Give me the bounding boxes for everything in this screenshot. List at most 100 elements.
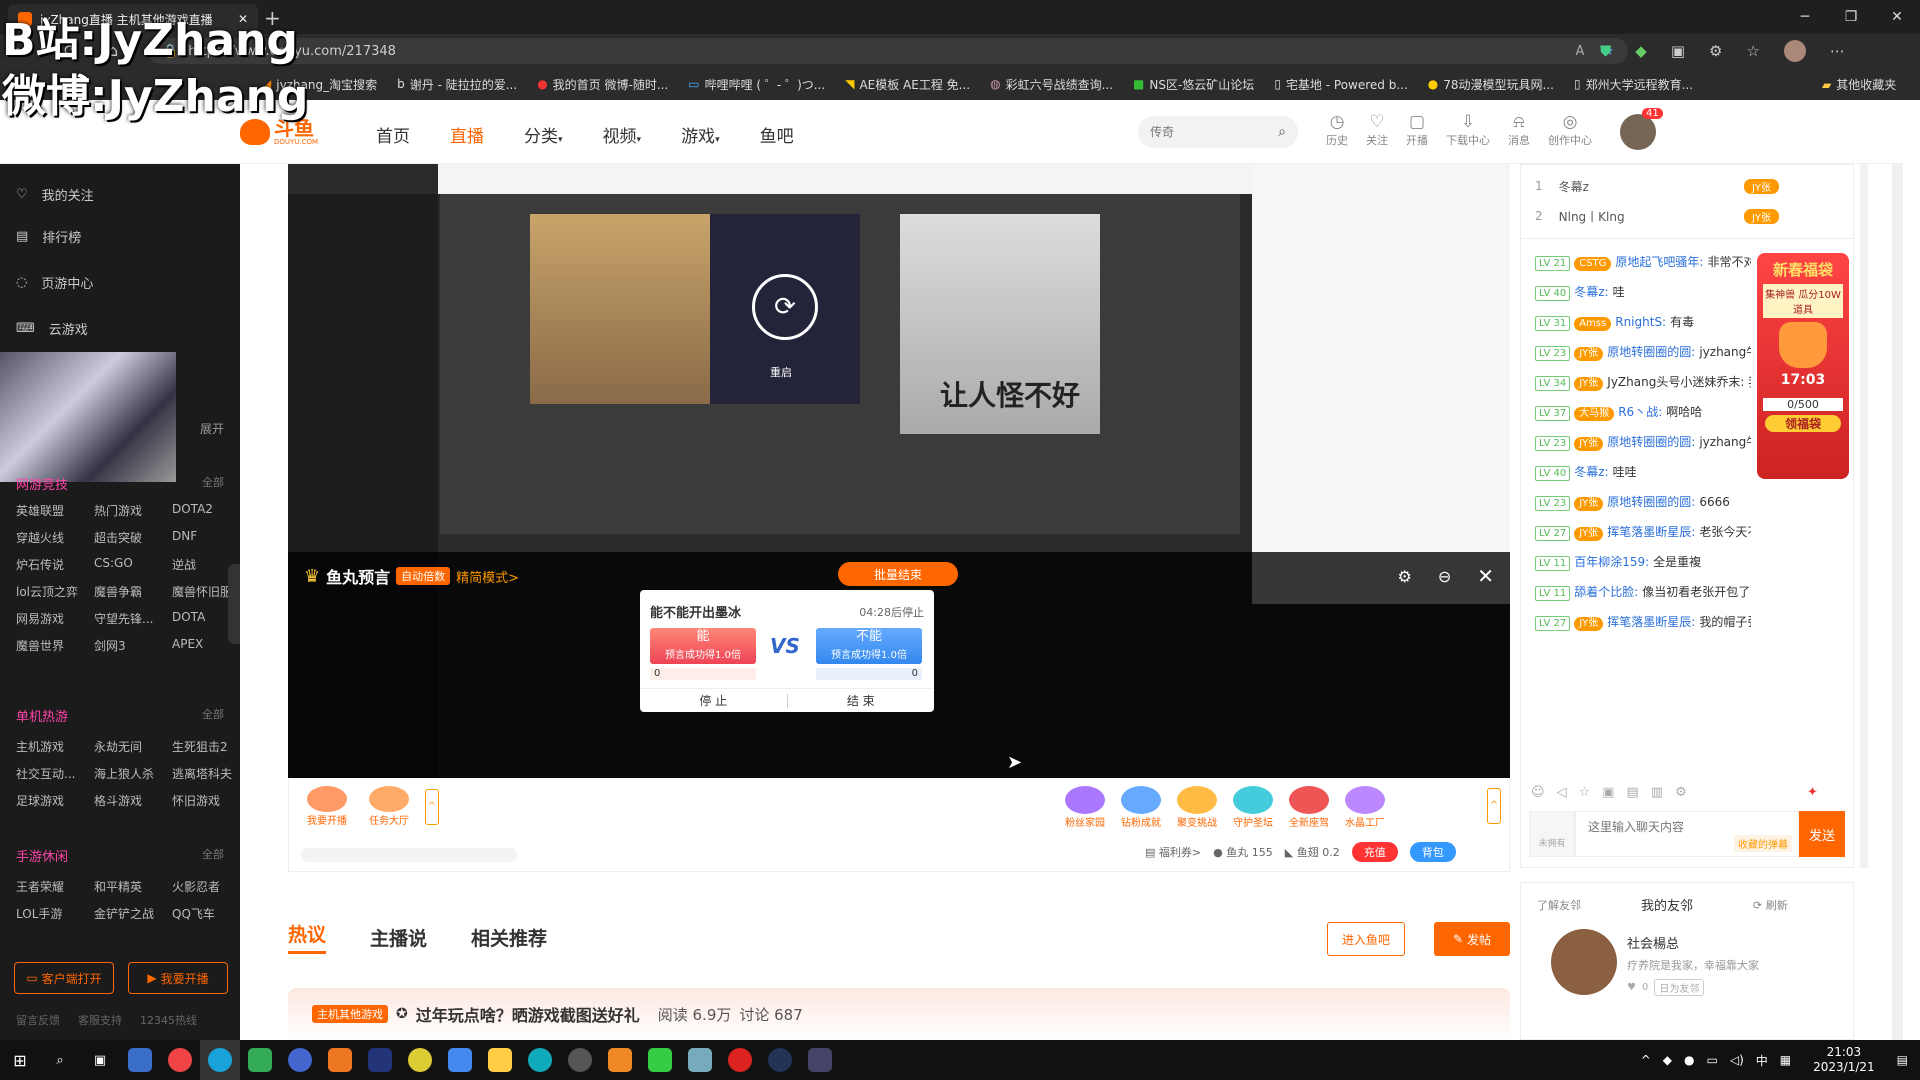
recharge-button[interactable]: 充值	[1351, 842, 1398, 862]
stop-button[interactable]: 停 止	[640, 692, 787, 709]
creator-center-button[interactable]: ◎ 创作中心	[1548, 112, 1592, 148]
url-field[interactable]: 🔒 https://www.douyu.com/217348 A ★	[148, 38, 1628, 64]
tab-related[interactable]: 相关推荐	[471, 924, 547, 951]
task-view[interactable]: ▣	[80, 1040, 120, 1080]
like-icon[interactable]: ♥	[1627, 982, 1636, 993]
rank-row[interactable]: 1 冬幕z JY张	[1521, 171, 1853, 201]
game-category-link[interactable]: 网易游戏	[16, 610, 94, 627]
bookmark-item[interactable]: ▯ 宅基地 - Powered b...	[1274, 76, 1407, 93]
game-category-link[interactable]: CS:GO	[94, 556, 172, 573]
taskbar-app[interactable]	[160, 1040, 200, 1080]
gift-feature-button[interactable]: 钻粉成就	[1117, 786, 1165, 829]
predict-no-button[interactable]: 不能 预言成功得1.0倍	[816, 628, 922, 664]
gear-icon[interactable]: ⚙	[1675, 785, 1687, 800]
gift-feature-button[interactable]: 水晶工厂	[1341, 786, 1389, 829]
close-overlay-icon[interactable]: ✕	[1477, 564, 1494, 588]
chat-input-box[interactable]: 收藏的弹幕	[1575, 811, 1799, 857]
game-category-link[interactable]: 火影忍者	[172, 878, 248, 895]
game-category-link[interactable]: 生死狙击2	[172, 738, 248, 755]
game-category-link[interactable]: 金铲铲之战	[94, 905, 172, 922]
predict-yes-button[interactable]: 能 预言成功得1.0倍	[650, 628, 756, 664]
search-icon[interactable]: ⌕	[1278, 124, 1286, 140]
extensions-icon[interactable]: ⚙	[1709, 42, 1722, 60]
fans-icon[interactable]: ☆	[1579, 785, 1591, 800]
enter-yuba-button[interactable]: 进入鱼吧	[1327, 922, 1405, 956]
game-category-link[interactable]: 海上狼人杀	[94, 765, 172, 782]
clock[interactable]: 21:03 2023/1/21	[1813, 1045, 1875, 1075]
game-category-link[interactable]: lol云顶之弈	[16, 583, 94, 600]
end-button[interactable]: 结 束	[788, 692, 935, 709]
hotline-link[interactable]: 12345热线	[140, 1012, 197, 1028]
batch-end-button[interactable]: 批量结束	[838, 562, 958, 586]
sidebar-item-ranking[interactable]: ▤ 排行榜	[0, 210, 240, 256]
tab-streamer-says[interactable]: 主播说	[370, 924, 427, 951]
go-live-button[interactable]: ▶ 我要开播	[128, 962, 228, 994]
read-aloud-icon[interactable]: A	[1575, 44, 1584, 59]
chat-input[interactable]	[1588, 820, 1778, 834]
chat-username[interactable]: 冬幕z:	[1574, 285, 1608, 299]
ime-grid-icon[interactable]: ▦	[1780, 1053, 1791, 1067]
gift-feature-button[interactable]: 全新座驾	[1285, 786, 1333, 829]
all-link[interactable]: 全部	[202, 846, 224, 865]
taskbar-app[interactable]	[800, 1040, 840, 1080]
game-category-link[interactable]: 守望先锋...	[94, 610, 172, 627]
extension-shield-icon[interactable]: ⛊	[1600, 42, 1611, 60]
taskbar-app-active[interactable]	[200, 1040, 240, 1080]
microphone-icon[interactable]: ●	[1684, 1053, 1694, 1067]
all-link[interactable]: 全部	[202, 474, 224, 493]
game-category-link[interactable]: 王者荣耀	[16, 878, 94, 895]
gift-feature-button[interactable]: 聚变挑战	[1173, 786, 1221, 829]
expand-link[interactable]: 展开	[200, 420, 224, 437]
taskbar-app[interactable]	[640, 1040, 680, 1080]
open-client-button[interactable]: ▭ 客户端打开	[14, 962, 114, 994]
nav-category[interactable]: 分类▾	[524, 122, 563, 147]
feedback-link[interactable]: 留言反馈	[16, 1012, 60, 1028]
bookmark-item[interactable]: ● 我的首页 微博-随时...	[537, 76, 668, 93]
taskbar-app[interactable]	[440, 1040, 480, 1080]
tab-my-friends[interactable]: 我的友邻	[1641, 895, 1693, 914]
collected-danmaku-link[interactable]: 收藏的弹幕	[1734, 835, 1792, 852]
ime-indicator[interactable]: 中	[1756, 1052, 1768, 1069]
taskbar-app[interactable]	[360, 1040, 400, 1080]
chat-username[interactable]: R6丶战:	[1618, 405, 1662, 419]
chat-username[interactable]: 原地转圈圈的圆:	[1607, 495, 1695, 509]
profile-avatar-icon[interactable]	[1783, 40, 1806, 62]
bookmark-item[interactable]: ▯ 郑州大学远程教育...	[1574, 76, 1693, 93]
search-input[interactable]	[1150, 125, 1260, 139]
game-category-link[interactable]: 魔兽争霸	[94, 583, 172, 600]
bookmark-item[interactable]: ● 78动漫模型玩具网...	[1428, 76, 1554, 93]
game-category-link[interactable]: 炉石传说	[16, 556, 94, 573]
tray-chevron-icon[interactable]: ^	[1641, 1053, 1651, 1067]
lottery-icon[interactable]: ▣	[1602, 785, 1614, 800]
start-live-button[interactable]: ▢ 开播	[1406, 112, 1428, 148]
game-category-link[interactable]: 怀旧游戏	[172, 792, 248, 809]
other-bookmarks[interactable]: ▰ 其他收藏夹	[1822, 76, 1896, 93]
game-category-link[interactable]: 格斗游戏	[94, 792, 172, 809]
settings-icon[interactable]: ⚙	[1397, 567, 1411, 586]
chat-username[interactable]: 挥笔落墨断星辰:	[1607, 615, 1695, 629]
refresh-button[interactable]: ⟳ 刷新	[1753, 897, 1788, 913]
chat-username[interactable]: 原地起飞吧骚年:	[1615, 255, 1703, 269]
taskbar-app[interactable]	[560, 1040, 600, 1080]
game-category-link[interactable]: 穿越火线	[16, 529, 94, 546]
claim-lucky-bag-button[interactable]: 领福袋	[1765, 415, 1841, 432]
bookmark-item[interactable]: ◍ 彩虹六号战绩查询...	[990, 76, 1113, 93]
send-button[interactable]: 发送	[1799, 811, 1845, 857]
download-center-button[interactable]: ⇩ 下载中心	[1446, 112, 1490, 148]
friend-avatar[interactable]	[1551, 929, 1617, 995]
nav-games[interactable]: 游戏▾	[681, 122, 720, 147]
game-category-link[interactable]: 魔兽世界	[16, 637, 94, 654]
game-category-link[interactable]: 足球游戏	[16, 792, 94, 809]
bookmark-item[interactable]: ◥ AE模板 AE工程 免...	[845, 76, 970, 93]
minimize-panel-icon[interactable]: ⊖	[1438, 567, 1451, 586]
taskbar-app[interactable]	[720, 1040, 760, 1080]
game-category-link[interactable]: DNF	[172, 529, 248, 546]
hot-post[interactable]: 主机其他游戏 ✪ 过年玩点啥？晒游戏截图送好礼 阅读 6.9万 讨论 687	[288, 988, 1510, 1040]
taskbar-app[interactable]	[280, 1040, 320, 1080]
nav-live[interactable]: 直播	[450, 122, 484, 147]
sidebar-item-cloudgame[interactable]: ⌨ 云游戏	[0, 302, 240, 348]
taskbar-app[interactable]	[480, 1040, 520, 1080]
favorites-icon[interactable]: ☆	[1746, 42, 1759, 60]
user-avatar[interactable]: 41	[1620, 108, 1663, 150]
taskbar-app[interactable]	[760, 1040, 800, 1080]
